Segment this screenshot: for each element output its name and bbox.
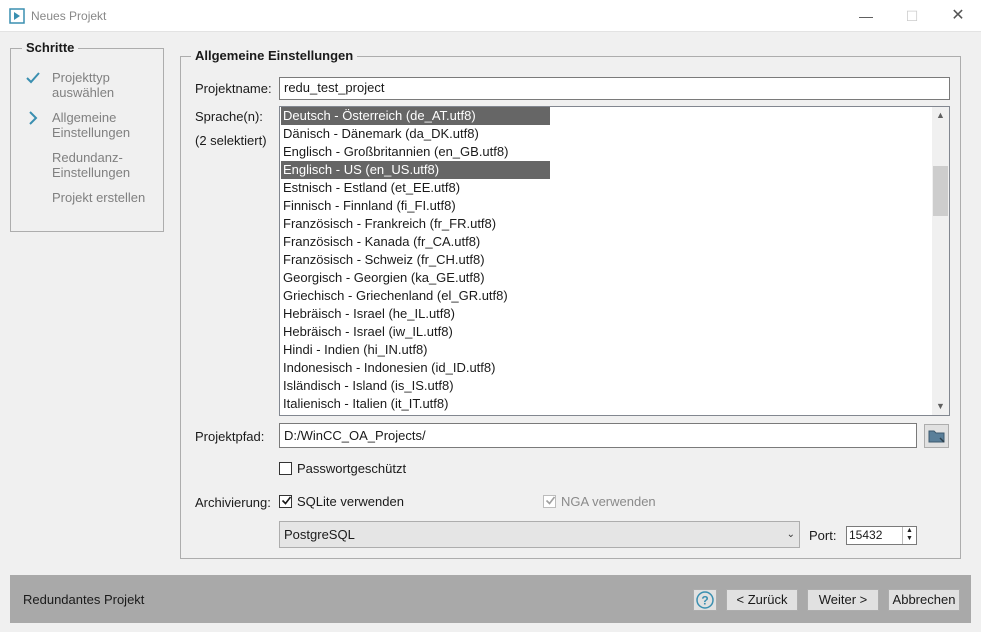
help-button[interactable]: ?	[693, 589, 717, 611]
step-label: Redundanz-Einstellungen	[52, 150, 131, 180]
chevron-down-icon: ⌄	[786, 529, 795, 540]
languages-listbox[interactable]: Deutsch - Österreich (de_AT.utf8) Dänisch…	[279, 106, 950, 416]
project-path-label: Projektpfad:	[195, 429, 265, 444]
app-icon	[9, 8, 25, 24]
nga-label: NGA verwenden	[561, 494, 656, 509]
step-label: Projekt erstellen	[52, 190, 146, 205]
sqlite-checkbox[interactable]	[279, 495, 292, 508]
checkmark-icon	[26, 72, 40, 84]
checkmark-icon	[281, 496, 292, 505]
general-settings-title: Allgemeine Einstellungen	[191, 48, 358, 63]
window-title: Neues Projekt	[31, 9, 107, 23]
nga-checkbox[interactable]	[543, 495, 556, 508]
language-option[interactable]: Indonesisch - Indonesien (id_ID.utf8)	[281, 359, 495, 377]
project-name-label: Projektname:	[195, 81, 272, 96]
language-option[interactable]: Deutsch - Österreich (de_AT.utf8)	[281, 107, 550, 125]
checkmark-icon	[545, 496, 556, 505]
language-option[interactable]: Estnisch - Estland (et_EE.utf8)	[281, 179, 460, 197]
folder-icon	[928, 430, 945, 443]
arrow-down-icon[interactable]: ▼	[903, 535, 916, 543]
language-option[interactable]: Georgisch - Georgien (ka_GE.utf8)	[281, 269, 485, 287]
password-protected-label: Passwortgeschützt	[297, 461, 407, 476]
language-option[interactable]: Hindi - Indien (hi_IN.utf8)	[281, 341, 428, 359]
browse-folder-button[interactable]	[924, 424, 949, 448]
language-option[interactable]: Englisch - Großbritannien (en_GB.utf8)	[281, 143, 508, 161]
language-option[interactable]: Französisch - Schweiz (fr_CH.utf8)	[281, 251, 485, 269]
maximize-button[interactable]: ☐	[889, 0, 935, 32]
close-button[interactable]: ✕	[935, 0, 981, 32]
arrow-up-icon[interactable]: ▲	[903, 527, 916, 535]
language-option[interactable]: Französisch - Kanada (fr_CA.utf8)	[281, 233, 480, 251]
svg-text:?: ?	[701, 594, 708, 608]
languages-selected-count: (2 selektiert)	[195, 133, 267, 148]
database-select[interactable]: PostgreSQL ⌄	[279, 521, 800, 548]
language-option[interactable]: Dänisch - Dänemark (da_DK.utf8)	[281, 125, 479, 143]
steps-panel: Projekttyp auswählen Allgemeine Einstell…	[10, 48, 164, 232]
password-protected-checkbox[interactable]	[279, 462, 292, 475]
footer-bar: Redundantes Projekt ? < Zurück Weiter > …	[10, 575, 971, 623]
language-option[interactable]: Italienisch - Italien (it_IT.utf8)	[281, 395, 448, 413]
port-stepper[interactable]: 15432 ▲ ▼	[846, 526, 917, 545]
archiving-label: Archivierung:	[195, 495, 271, 510]
scrollbar-thumb[interactable]	[933, 166, 948, 216]
back-button[interactable]: < Zurück	[726, 589, 798, 611]
cancel-button[interactable]: Abbrechen	[888, 589, 960, 611]
language-option[interactable]: Finnisch - Finnland (fi_FI.utf8)	[281, 197, 456, 215]
scroll-up-icon[interactable]: ▲	[932, 107, 949, 124]
step-label: Allgemeine Einstellungen	[52, 110, 131, 140]
project-name-input[interactable]: redu_test_project	[279, 77, 950, 100]
language-option[interactable]: Hebräisch - Israel (iw_IL.utf8)	[281, 323, 453, 341]
port-label: Port:	[809, 528, 837, 543]
project-path-input[interactable]: D:/WinCC_OA_Projects/	[279, 423, 917, 448]
language-option[interactable]: Französisch - Frankreich (fr_FR.utf8)	[281, 215, 496, 233]
help-icon: ?	[696, 591, 714, 609]
vertical-scrollbar[interactable]: ▲ ▼	[932, 107, 949, 415]
language-option[interactable]: Englisch - US (en_US.utf8)	[281, 161, 550, 179]
redundant-project-label: Redundantes Projekt	[23, 592, 145, 607]
language-option[interactable]: Griechisch - Griechenland (el_GR.utf8)	[281, 287, 508, 305]
step-label: Projekttyp auswählen	[52, 70, 115, 100]
title-bar: Neues Projekt — ☐ ✕	[0, 0, 981, 32]
scroll-down-icon[interactable]: ▼	[932, 398, 949, 415]
languages-label: Sprache(n):	[195, 109, 263, 124]
minimize-button[interactable]: —	[843, 0, 889, 32]
sqlite-label: SQLite verwenden	[297, 494, 404, 509]
port-value: 15432	[849, 528, 883, 542]
database-select-value: PostgreSQL	[284, 527, 355, 542]
chevron-right-icon	[29, 111, 38, 125]
language-option[interactable]: Hebräisch - Israel (he_IL.utf8)	[281, 305, 455, 323]
language-option[interactable]: Isländisch - Island (is_IS.utf8)	[281, 377, 454, 395]
next-button[interactable]: Weiter >	[807, 589, 879, 611]
steps-title: Schritte	[22, 40, 79, 55]
